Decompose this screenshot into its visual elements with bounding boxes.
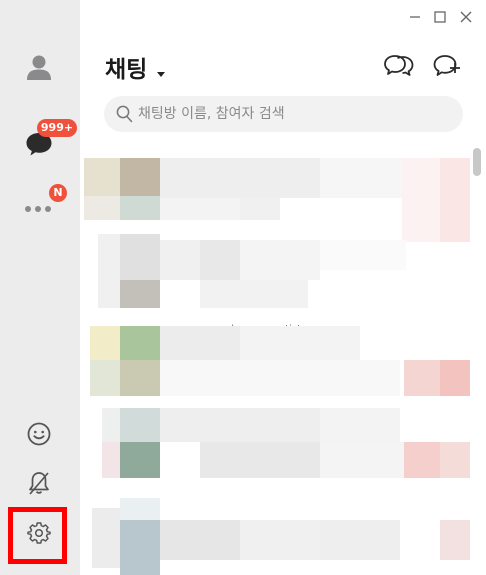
sidebar: 999+ N (0, 0, 80, 575)
chat-list-item[interactable] (80, 158, 470, 242)
chat-list-item[interactable] (80, 498, 470, 575)
search-input[interactable] (138, 96, 453, 132)
open-chat-icon (384, 55, 414, 76)
close-icon (460, 11, 472, 23)
maximize-button[interactable] (431, 8, 449, 26)
chat-list-item[interactable] (80, 326, 470, 398)
new-chat-icon (433, 55, 460, 76)
minimize-button[interactable] (406, 8, 424, 26)
more-dots-icon (25, 206, 51, 212)
maximize-icon (434, 11, 446, 23)
bell-off-icon (29, 472, 49, 495)
scrollbar-thumb[interactable] (473, 148, 481, 176)
chat-list-item[interactable] (80, 230, 470, 310)
chat-list-panel: 채팅 채팅방 이름, 참여자 검색 (80, 0, 486, 575)
person-icon (27, 55, 51, 80)
search-bar (104, 96, 463, 132)
chat-list: changwoos.tistory.com 짱우이야기 (80, 150, 486, 575)
title-dropdown[interactable] (157, 62, 165, 81)
emoticon-button[interactable] (18, 413, 60, 455)
new-chat-button[interactable] (430, 51, 464, 81)
page-title: 채팅 (105, 57, 148, 83)
close-button[interactable] (457, 8, 475, 26)
open-chat-button[interactable] (382, 51, 416, 81)
chat-list-item[interactable] (80, 408, 470, 478)
more-new-badge: N (49, 184, 67, 202)
minimize-icon (410, 16, 420, 18)
profile-tab[interactable] (18, 46, 60, 88)
notification-toggle[interactable] (18, 462, 60, 504)
search-icon (116, 105, 133, 123)
smiley-icon (27, 422, 51, 446)
settings-highlight-box (8, 507, 67, 564)
chats-unread-badge: 999+ (37, 119, 77, 137)
caret-down-icon (157, 72, 165, 77)
